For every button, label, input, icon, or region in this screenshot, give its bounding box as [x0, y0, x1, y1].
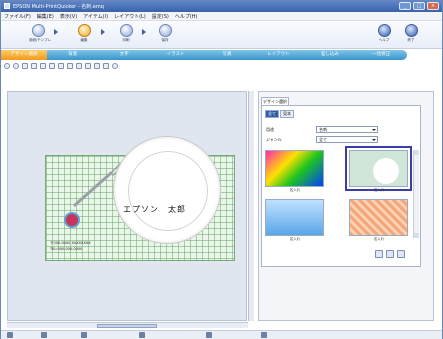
tab-design[interactable]: デザイン選択 [1, 50, 47, 60]
status-icon [206, 332, 212, 338]
tab-illustration[interactable]: イラスト [150, 50, 201, 60]
color-icon[interactable] [112, 63, 118, 69]
horizontal-scrollbar[interactable] [7, 322, 248, 328]
flip-icon[interactable] [103, 63, 109, 69]
edit-icon [77, 24, 91, 37]
help-icon [377, 24, 391, 37]
status-icon [41, 332, 47, 338]
design-thumb-caption: 名入れ [289, 188, 301, 192]
status-icon [261, 332, 267, 338]
step-print[interactable]: 印刷 [117, 24, 135, 43]
rotate-icon[interactable] [94, 63, 100, 69]
menu-item[interactable]: アイテム(I) [83, 13, 108, 20]
status-icon [139, 332, 145, 338]
scroll-down-icon[interactable] [414, 233, 419, 238]
status-icon [81, 332, 87, 338]
scroll-thumb[interactable] [97, 324, 157, 328]
paper-icon [31, 24, 45, 37]
info-icon[interactable] [397, 250, 405, 258]
chevron-down-icon [372, 139, 376, 141]
arrow-icon [54, 29, 58, 35]
design-thumb-1[interactable] [265, 150, 324, 187]
usage-label: 用途 [266, 127, 274, 132]
menu-layout[interactable]: レイアウト(L) [114, 13, 146, 20]
thumb-scrollbar[interactable] [413, 150, 419, 238]
edit-toolbar [1, 61, 261, 71]
favorite-icon[interactable] [386, 250, 394, 258]
mini-tab-all[interactable]: 全て [265, 110, 279, 118]
step-toolbar: 用紙/テンプレ 編集 印刷 保存 ヘルプ 終了 [1, 21, 442, 49]
panel-mini-tabs: 全て 見本 [265, 110, 294, 118]
menu-view[interactable]: 表示(V) [60, 13, 77, 20]
design-thumb-3[interactable] [265, 199, 324, 236]
save-icon [158, 24, 172, 37]
ungroup-icon[interactable] [85, 63, 91, 69]
fit-icon[interactable] [40, 63, 46, 69]
zoom-in-icon[interactable] [22, 63, 28, 69]
step-edit[interactable]: 編集 [75, 24, 93, 43]
step-paper[interactable]: 用紙/テンプレ [29, 24, 51, 43]
usage-select[interactable]: 名刺 [316, 126, 378, 133]
design-thumb-caption: 名入れ [373, 237, 385, 241]
redo-icon[interactable] [13, 63, 19, 69]
tab-layout[interactable]: レイアウト [253, 50, 304, 60]
genre-label: ジャンル [266, 137, 282, 142]
panel-tab-design[interactable]: デザイン選択 [261, 97, 289, 105]
panel-buttons [375, 250, 405, 258]
tab-photo[interactable]: 写真 [201, 50, 252, 60]
tab-merge[interactable]: 差し込み [304, 50, 355, 60]
design-thumb-4[interactable] [349, 199, 408, 236]
card-name[interactable]: エプソン 太郎 [123, 204, 186, 215]
genre-select[interactable]: 全て [316, 136, 378, 143]
status-icon [7, 332, 13, 338]
app-window: EPSON Multi-PrintQuicker - 名刺.emq _ □ × … [0, 0, 443, 339]
design-thumb-2[interactable] [345, 146, 412, 191]
maximize-button[interactable]: □ [413, 2, 425, 10]
menu-help[interactable]: ヘルプ(H) [175, 13, 198, 20]
chevron-down-icon [372, 129, 376, 131]
design-thumb-caption: 名入れ [373, 188, 385, 192]
exit-step[interactable]: 終了 [403, 24, 419, 43]
scroll-up-icon[interactable] [414, 150, 419, 155]
splitter[interactable] [248, 91, 254, 321]
zoom-out-icon[interactable] [31, 63, 37, 69]
tab-strip: デザイン選択 背景 文字 イラスト 写真 レイアウト 差し込み 一括修正 [1, 50, 407, 60]
window-title: EPSON Multi-PrintQuicker - 名刺.emq [13, 4, 104, 10]
app-icon [4, 3, 10, 9]
menu-file[interactable]: ファイル(F) [4, 13, 31, 20]
arrow-icon [101, 29, 105, 35]
tab-bulk[interactable]: 一括修正 [356, 50, 407, 60]
front-icon[interactable] [58, 63, 64, 69]
minimize-button[interactable]: _ [399, 2, 411, 10]
exit-icon [404, 24, 418, 37]
card-phone[interactable]: TEL:000-000-0000 [50, 247, 82, 251]
plate-illustration [113, 136, 221, 244]
circle-mark [64, 212, 80, 228]
design-thumb-caption: 名入れ [289, 237, 301, 241]
arrow-icon [142, 29, 146, 35]
menu-edit[interactable]: 編集(E) [37, 13, 54, 20]
tab-background[interactable]: 背景 [47, 50, 98, 60]
status-bar [1, 330, 442, 339]
back-icon[interactable] [67, 63, 73, 69]
print-icon [119, 24, 133, 37]
delete-icon[interactable] [375, 250, 383, 258]
group-icon[interactable] [76, 63, 82, 69]
align-icon[interactable] [49, 63, 55, 69]
menu-settings[interactable]: 設定(S) [152, 13, 169, 20]
undo-icon[interactable] [4, 63, 10, 69]
menu-bar: ファイル(F) 編集(E) 表示(V) アイテム(I) レイアウト(L) 設定(… [1, 12, 442, 21]
close-button[interactable]: × [427, 2, 439, 10]
title-bar: EPSON Multi-PrintQuicker - 名刺.emq _ □ × [1, 1, 442, 12]
tab-text[interactable]: 文字 [98, 50, 149, 60]
help-step[interactable]: ヘルプ [376, 24, 392, 43]
card-address[interactable]: 〒000-0000 XXXXXXXX [50, 241, 91, 246]
step-save[interactable]: 保存 [156, 24, 174, 43]
mini-tab-sample[interactable]: 見本 [280, 110, 294, 118]
